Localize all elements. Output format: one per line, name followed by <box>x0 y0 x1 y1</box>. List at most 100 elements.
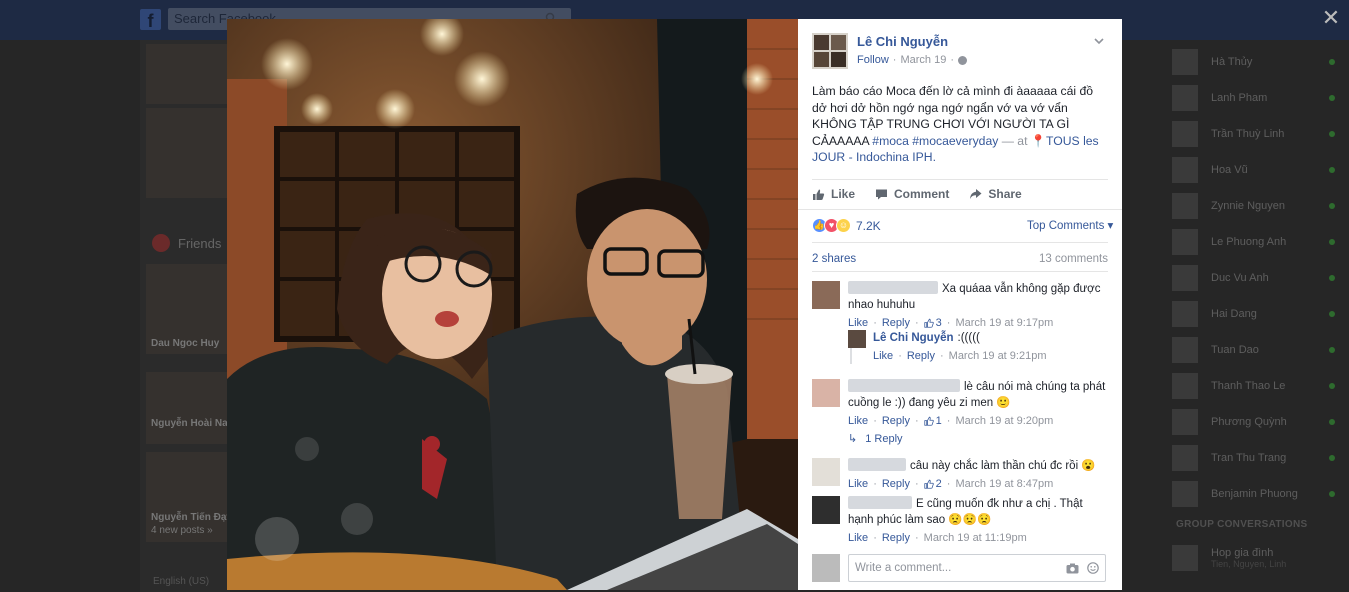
photo-illustration <box>227 19 798 590</box>
divider <box>798 209 1122 210</box>
avatar <box>1172 49 1198 75</box>
comment-reply-link[interactable]: Reply <box>882 413 910 429</box>
blurred-author-name[interactable] <box>848 379 960 392</box>
reply-author-link[interactable]: Lê Chi Nguyễn <box>873 332 954 344</box>
comment-reply-link[interactable]: Reply <box>882 530 910 546</box>
contact-name: Lanh Pham <box>1211 92 1268 104</box>
comment-time[interactable]: March 19 at 9:17pm <box>955 315 1053 331</box>
reaction-summary[interactable]: 👍 ♥ ☺ 7.2K <box>812 218 881 233</box>
chat-contact[interactable]: Hoa Vũ <box>1172 152 1349 188</box>
comment-reply-link[interactable]: Reply <box>882 476 910 492</box>
chat-contact[interactable]: Hà Thủy <box>1172 44 1349 80</box>
avatar <box>1172 229 1198 255</box>
blurred-author-name[interactable] <box>848 281 938 294</box>
chat-contact[interactable]: Phương Quỳnh <box>1172 404 1349 440</box>
post-actions: Like Comment Share <box>812 187 1022 201</box>
post-message: Làm báo cáo Moca đến lờ cả mình đi àaaaa… <box>812 83 1110 166</box>
chat-contact[interactable]: Zynnie Nguyen <box>1172 188 1349 224</box>
comment-like-link[interactable]: Like <box>848 413 868 429</box>
comment-like-link[interactable]: Like <box>848 530 868 546</box>
avatar[interactable] <box>812 281 840 309</box>
meta-separator: · <box>873 478 877 490</box>
avatar <box>1172 481 1198 507</box>
post-photo[interactable] <box>227 19 798 590</box>
avatar[interactable] <box>812 496 840 524</box>
replies-count: 1 Reply <box>865 432 903 445</box>
chat-contact[interactable]: Trần Thuỳ Linh <box>1172 116 1349 152</box>
avatar <box>1172 445 1198 471</box>
chat-contact[interactable]: Thanh Thao Le <box>1172 368 1349 404</box>
meta-separator: · <box>946 478 951 490</box>
reply-arrow-icon: ↳ <box>848 433 858 445</box>
comment-like-link[interactable]: Like <box>848 476 868 492</box>
online-indicator <box>1329 95 1335 101</box>
top-comments-dropdown[interactable]: Top Comments ▾ <box>1027 218 1113 232</box>
comment-like-count[interactable]: 2 <box>924 476 942 492</box>
meta-separator: · <box>914 532 919 544</box>
blurred-author-name[interactable] <box>848 458 906 471</box>
background-friends-heading: Friends <box>152 234 221 252</box>
author-name-link[interactable]: Lê Chi Nguyễn <box>857 34 948 49</box>
comments-count[interactable]: 13 comments <box>1039 253 1108 265</box>
comment-time[interactable]: March 19 at 11:19pm <box>924 530 1027 546</box>
avatar <box>1172 373 1198 399</box>
divider <box>812 179 1108 180</box>
chat-contact[interactable]: Lanh Pham <box>1172 80 1349 116</box>
meta-separator: · <box>898 350 902 362</box>
view-replies-link[interactable]: ↳ 1 Reply <box>848 432 1110 446</box>
comment-like-count[interactable]: 3 <box>924 315 942 331</box>
like-button[interactable]: Like <box>812 187 855 201</box>
contact-name: Hà Thủy <box>1211 56 1253 68</box>
comment-text: câu này chắc làm thần chú đc rồi 😮 <box>910 460 1096 472</box>
chat-contact[interactable]: Le Phuong Anh <box>1172 224 1349 260</box>
emoji-icon[interactable] <box>1087 562 1099 574</box>
avatar-image <box>812 33 848 69</box>
comment-button[interactable]: Comment <box>875 187 949 201</box>
online-indicator <box>1329 491 1335 497</box>
contact-name: Tuan Dao <box>1211 344 1259 356</box>
contact-name: Benjamin Phuong <box>1211 488 1298 500</box>
like-count: 2 <box>935 478 942 490</box>
globe-icon <box>958 55 967 65</box>
blurred-author-name[interactable] <box>848 496 912 509</box>
comment-like-link[interactable]: Like <box>873 348 893 364</box>
chat-contact[interactable]: Hai Dang <box>1172 296 1349 332</box>
background-friend-label: Nguyễn Hoài Nam <box>151 418 237 429</box>
camera-icon[interactable] <box>1066 563 1079 574</box>
chat-group[interactable]: Hop gia đình Tien, Nguyen, Linh <box>1172 540 1349 576</box>
comment-like-link[interactable]: Like <box>848 315 868 331</box>
comment-reply-link[interactable]: Reply <box>882 315 910 331</box>
comment-time[interactable]: March 19 at 9:20pm <box>955 413 1053 429</box>
shares-link[interactable]: 2 shares <box>812 253 856 265</box>
avatar[interactable] <box>812 379 840 407</box>
close-theater-button[interactable]: ✕ <box>1321 7 1341 29</box>
current-user-avatar <box>812 554 840 582</box>
friends-icon <box>152 234 170 252</box>
avatar[interactable] <box>848 330 866 348</box>
meta-separator: · <box>892 54 897 66</box>
hashtag-moca[interactable]: #moca <box>872 134 909 148</box>
comment-time[interactable]: March 19 at 8:47pm <box>955 476 1053 492</box>
chat-contact[interactable]: Duc Vu Anh <box>1172 260 1349 296</box>
author-avatar[interactable] <box>812 33 848 69</box>
share-button[interactable]: Share <box>969 187 1022 201</box>
background-photo-thumb <box>146 44 228 104</box>
avatar[interactable] <box>812 458 840 486</box>
chat-contact[interactable]: Tran Thu Trang <box>1172 440 1349 476</box>
post-date[interactable]: March 19 <box>900 54 946 66</box>
contact-name: Le Phuong Anh <box>1211 236 1287 248</box>
facebook-logo-icon: f <box>140 9 161 31</box>
comment-time[interactable]: March 19 at 9:21pm <box>949 348 1047 364</box>
chevron-down-icon[interactable] <box>1093 35 1105 47</box>
thumbs-up-icon <box>924 479 934 489</box>
meta-separator: · <box>914 317 919 329</box>
meta-separator: · <box>873 415 877 427</box>
comment-like-count[interactable]: 1 <box>924 413 942 429</box>
hashtag-mocaeveryday[interactable]: #mocaeveryday <box>912 134 998 148</box>
chat-contact[interactable]: Tuan Dao <box>1172 332 1349 368</box>
chat-contact[interactable]: Benjamin Phuong <box>1172 476 1349 512</box>
follow-link[interactable]: Follow <box>857 54 889 66</box>
comment-reply-link[interactable]: Reply <box>907 348 935 364</box>
meta-separator: · <box>873 532 877 544</box>
post-panel: Lê Chi Nguyễn Follow · March 19 · Làm bá… <box>798 19 1122 590</box>
